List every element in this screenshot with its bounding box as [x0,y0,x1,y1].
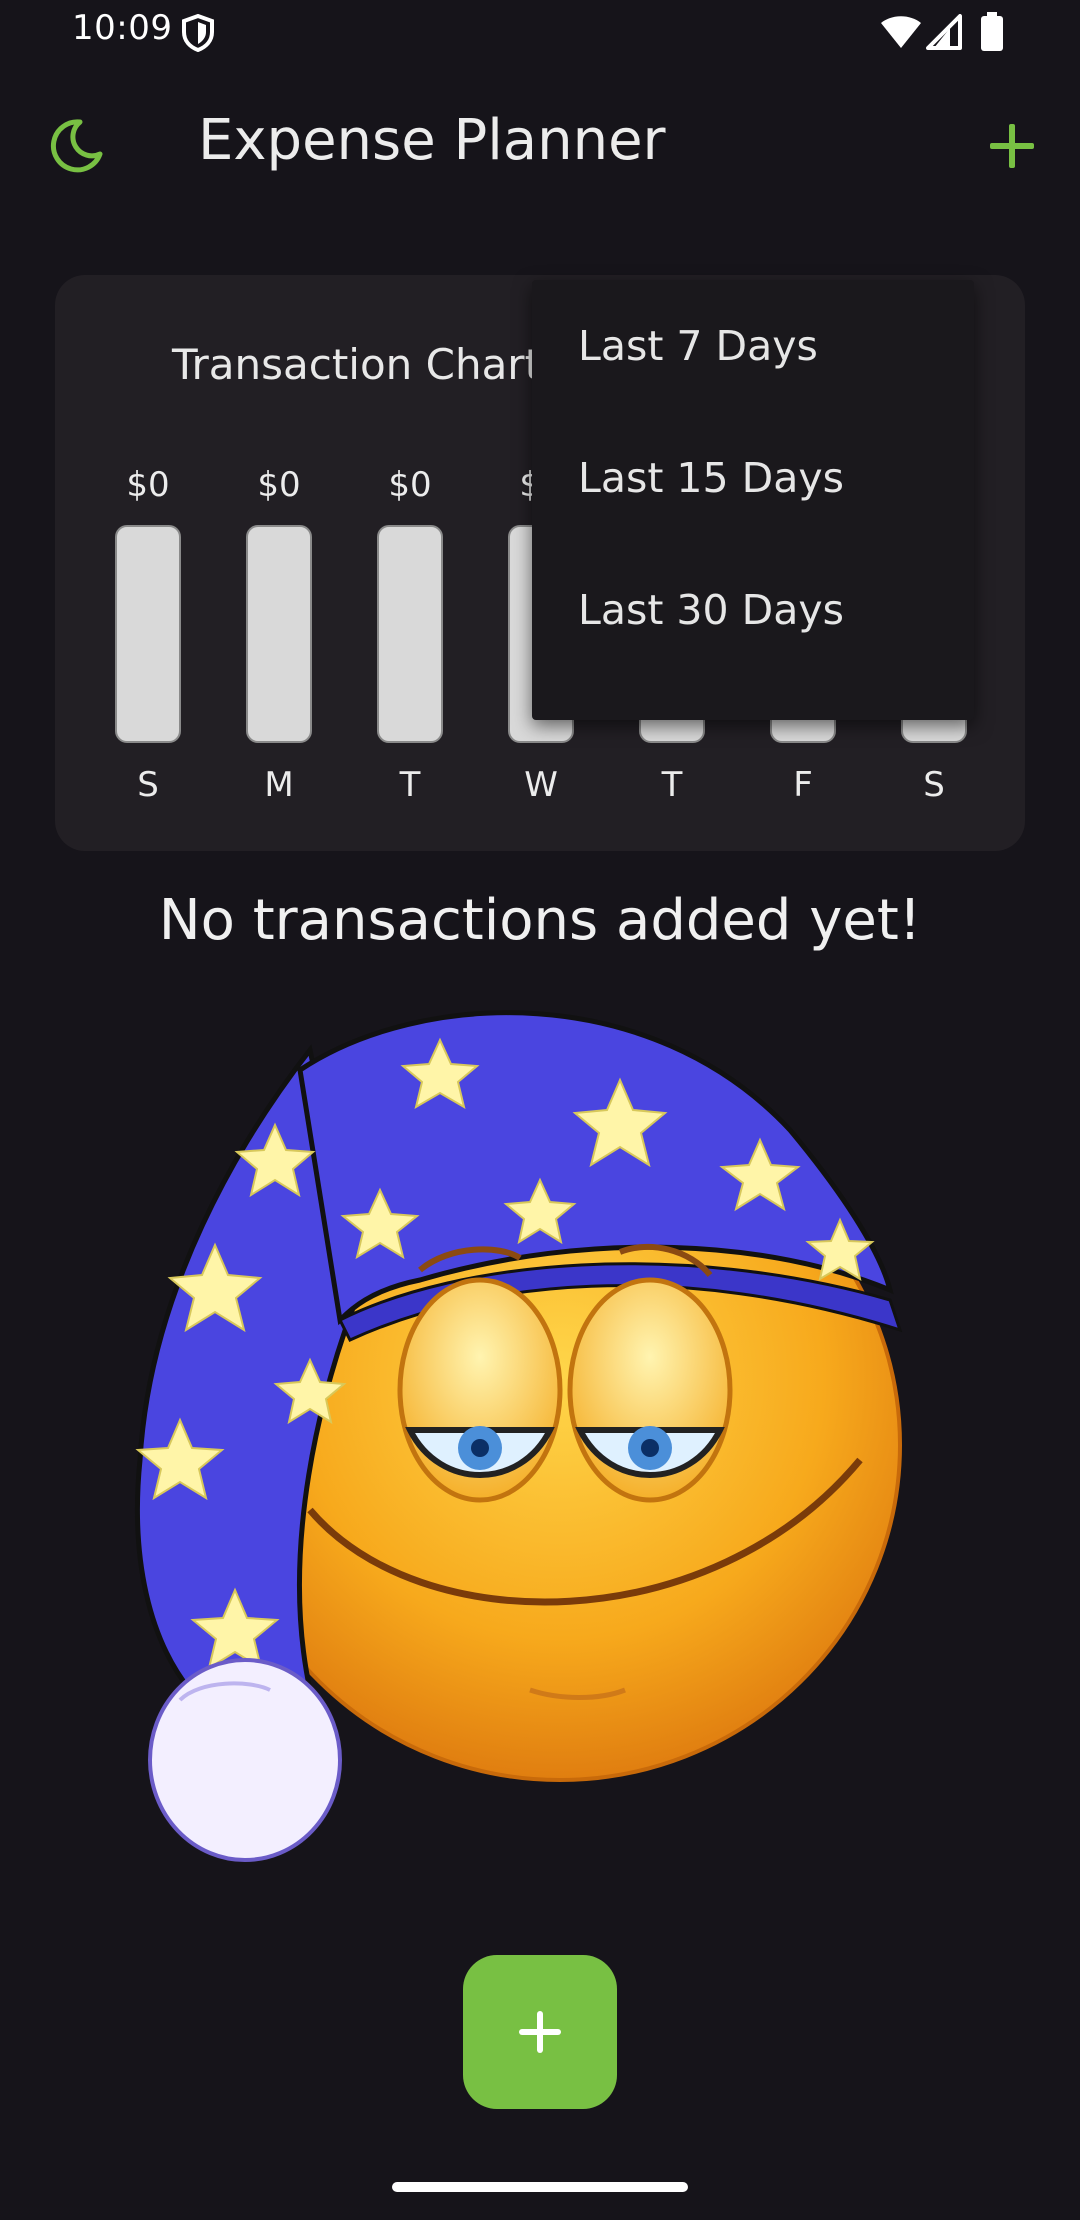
sleepy-emoji-image [134,1010,903,1862]
app-bar: Expense Planner [0,90,1080,200]
status-time: 10:09 [72,8,173,48]
wifi-icon [881,16,921,48]
bar-track [115,525,181,743]
plus-icon [537,2011,543,2053]
menu-item-last-15-days[interactable]: Last 15 Days [532,412,974,544]
bar-day-label: S [137,765,159,805]
bar-amount: $0 [126,465,170,505]
app-title: Expense Planner [198,108,666,173]
moon-icon[interactable] [46,116,106,176]
bar-day-label: T [399,765,421,805]
battery-icon [981,12,1003,51]
add-transaction-fab[interactable] [463,1955,617,2109]
menu-item-label: Last 15 Days [578,454,844,502]
menu-item-label: Last 7 Days [578,322,818,370]
bar-day-label: T [661,765,683,805]
chart-title: Transaction Chart [172,340,542,389]
bar-amount: $0 [257,465,301,505]
bar-day-label: F [793,765,813,805]
menu-item-last-7-days[interactable]: Last 7 Days [532,280,974,412]
menu-item-label: Last 30 Days [578,586,844,634]
navigation-gesture-bar[interactable] [392,2182,688,2192]
status-bar: 10:09 [0,0,1080,64]
bar-amount: $0 [388,465,432,505]
bar-track [246,525,312,743]
bar-day-label: S [923,765,945,805]
screen: 10:09 Expense Planner Transaction Chart [0,0,1080,2220]
bar-day-label: M [264,765,294,805]
signal-icon [926,14,962,50]
shield-icon [182,14,214,52]
empty-state-message: No transactions added yet! [158,888,922,953]
menu-item-last-30-days[interactable]: Last 30 Days [532,544,974,676]
bar-track [377,525,443,743]
period-dropdown-menu: Last 7 Days Last 15 Days Last 30 Days [532,280,974,720]
add-icon[interactable] [984,118,1040,174]
bar-day-label: W [524,765,558,805]
